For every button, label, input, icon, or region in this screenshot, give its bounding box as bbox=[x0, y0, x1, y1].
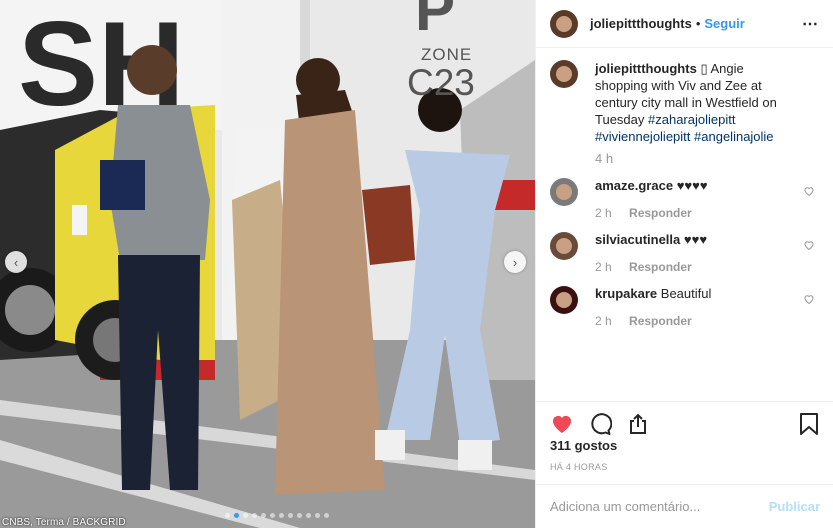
likes-count[interactable]: 311 gostos bbox=[550, 438, 617, 453]
carousel-dot bbox=[279, 513, 284, 518]
share-button[interactable] bbox=[626, 412, 650, 436]
carousel-dot bbox=[324, 513, 329, 518]
carousel-dot bbox=[243, 513, 248, 518]
comment-item: silviacutinella ♥♥♥ 2 h Responder bbox=[550, 232, 819, 274]
previous-slide-button[interactable]: ‹ bbox=[5, 251, 27, 273]
bookmark-icon bbox=[800, 413, 818, 435]
chevron-right-icon: › bbox=[512, 254, 518, 270]
share-icon bbox=[630, 413, 646, 434]
carousel-dot-active bbox=[234, 513, 239, 518]
comment-body: krupakare Beautiful 2 h Responder bbox=[595, 286, 711, 328]
comment-icon bbox=[591, 413, 612, 435]
heart-filled-icon bbox=[553, 416, 571, 433]
caption-time[interactable]: 4 h bbox=[595, 151, 819, 166]
avatar[interactable] bbox=[550, 9, 578, 38]
comment-time[interactable]: 2 h bbox=[595, 206, 612, 220]
comment-username[interactable]: krupakare bbox=[595, 286, 657, 301]
comment-text: ♥♥♥♥ bbox=[676, 178, 708, 193]
heart-outline-icon[interactable] bbox=[803, 185, 815, 197]
carousel-indicator bbox=[225, 513, 329, 518]
svg-text:P: P bbox=[415, 0, 455, 43]
heart-outline-icon[interactable] bbox=[803, 293, 815, 305]
caption-username[interactable]: joliepittthoughts bbox=[595, 61, 697, 76]
carousel-dot bbox=[252, 513, 257, 518]
avatar[interactable] bbox=[550, 232, 578, 260]
save-button[interactable] bbox=[798, 412, 820, 436]
follow-button[interactable]: Seguir bbox=[704, 16, 744, 31]
carousel-dot bbox=[288, 513, 293, 518]
photo-credit: CNBS, Terma / BACKGRID bbox=[2, 517, 126, 528]
comment-body: silviacutinella ♥♥♥ 2 h Responder bbox=[595, 232, 707, 274]
comment-button[interactable] bbox=[588, 412, 612, 436]
hashtag-link[interactable]: #angelinajolie bbox=[694, 129, 774, 144]
instagram-post: SH P ZONE C23 ‹ › CNBS, Terma / BACKGRID… bbox=[0, 0, 833, 528]
reply-button[interactable]: Responder bbox=[629, 314, 692, 328]
comment-meta: 2 h Responder bbox=[595, 260, 707, 274]
comment-meta: 2 h Responder bbox=[595, 206, 708, 220]
reply-button[interactable]: Responder bbox=[629, 206, 692, 220]
comment-input[interactable] bbox=[550, 499, 769, 514]
comment-text: ♥♥♥ bbox=[683, 232, 708, 247]
carousel-dot bbox=[315, 513, 320, 518]
add-comment-bar: Publicar bbox=[536, 484, 833, 528]
post-header: joliepittthoughts • Seguir ⋯ bbox=[536, 0, 833, 48]
post-age[interactable]: HÁ 4 HORAS bbox=[550, 462, 608, 472]
comment-time[interactable]: 2 h bbox=[595, 260, 612, 274]
comment-text: Beautiful bbox=[660, 286, 712, 301]
header-separator: • bbox=[695, 16, 701, 31]
carousel-dot bbox=[270, 513, 275, 518]
post-caption: joliepittthoughts ▯ Angie shopping with … bbox=[550, 60, 819, 145]
like-button[interactable] bbox=[550, 412, 574, 436]
comment-body: amaze.grace ♥♥♥♥ 2 h Responder bbox=[595, 178, 708, 220]
comment-time[interactable]: 2 h bbox=[595, 314, 612, 328]
caption-emoji: ▯ bbox=[700, 61, 708, 76]
comment-username[interactable]: silviacutinella bbox=[595, 232, 680, 247]
post-photo[interactable]: SH P ZONE C23 ‹ › CNBS, Terma / BACKGRID bbox=[0, 0, 535, 528]
comments-list[interactable]: joliepittthoughts ▯ Angie shopping with … bbox=[536, 48, 833, 388]
zone-sign-number: C23 bbox=[407, 62, 475, 103]
avatar[interactable] bbox=[550, 60, 578, 88]
chevron-left-icon: ‹ bbox=[13, 254, 19, 270]
avatar[interactable] bbox=[550, 286, 578, 314]
post-side-panel: joliepittthoughts • Seguir ⋯ joliepittth… bbox=[535, 0, 833, 528]
header-username[interactable]: joliepittthoughts bbox=[590, 16, 692, 31]
publish-button[interactable]: Publicar bbox=[769, 499, 820, 514]
carousel-dot bbox=[306, 513, 311, 518]
ellipsis-icon[interactable]: ⋯ bbox=[802, 14, 819, 34]
comment-meta: 2 h Responder bbox=[595, 314, 711, 328]
heart-outline-icon[interactable] bbox=[803, 239, 815, 251]
carousel-dot bbox=[297, 513, 302, 518]
next-slide-button[interactable]: › bbox=[504, 251, 526, 273]
carousel-dot bbox=[225, 513, 230, 518]
carousel-dot bbox=[261, 513, 266, 518]
comment-item: krupakare Beautiful 2 h Responder bbox=[550, 286, 819, 328]
hashtag-link[interactable]: #viviennejoliepitt bbox=[595, 129, 690, 144]
caption-body: joliepittthoughts ▯ Angie shopping with … bbox=[595, 60, 795, 145]
hashtag-link[interactable]: #zaharajoliepitt bbox=[648, 112, 735, 127]
reply-button[interactable]: Responder bbox=[629, 260, 692, 274]
comment-username[interactable]: amaze.grace bbox=[595, 178, 673, 193]
comment-item: amaze.grace ♥♥♥♥ 2 h Responder bbox=[550, 178, 819, 220]
avatar[interactable] bbox=[550, 178, 578, 206]
